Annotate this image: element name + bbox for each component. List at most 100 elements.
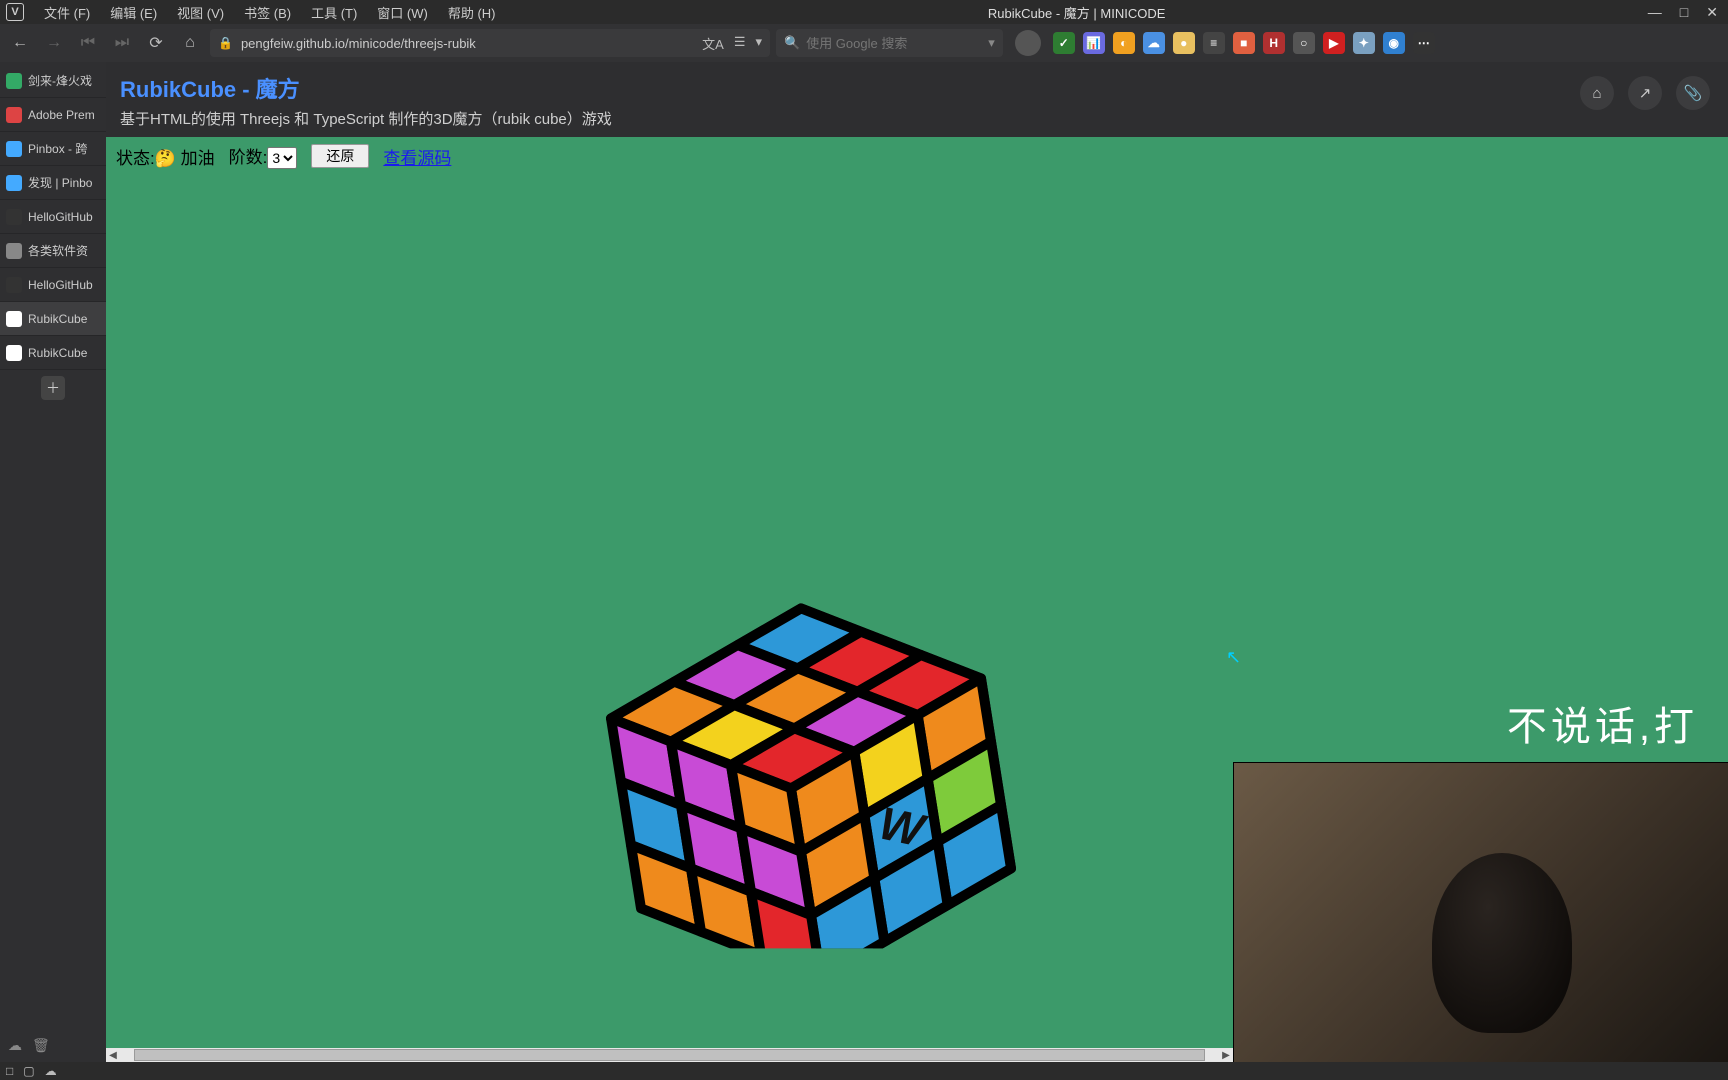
tab-item[interactable]: HelloGitHub	[0, 200, 106, 234]
header-open-icon[interactable]: ↗	[1628, 76, 1662, 110]
new-tab-button[interactable]: ＋	[41, 376, 65, 400]
webcam-overlay	[1233, 762, 1728, 1062]
tab-label: RubikCube	[28, 312, 87, 326]
page-title: RubikCube - 魔方	[120, 72, 1714, 104]
tab-item[interactable]: HelloGitHub	[0, 268, 106, 302]
extension-icon-12[interactable]: ⋯	[1413, 32, 1435, 54]
search-input[interactable]	[806, 36, 982, 51]
trash-icon[interactable]: 🗑	[32, 1037, 50, 1054]
tab-label: Adobe Prem	[28, 108, 95, 122]
search-dropdown-icon[interactable]: ▾	[988, 35, 995, 51]
status-panel-icon[interactable]: □	[6, 1064, 13, 1078]
reset-button[interactable]: 还原	[311, 144, 369, 168]
address-url: pengfeiw.github.io/minicode/threejs-rubi…	[241, 36, 694, 51]
tab-favicon-icon	[6, 311, 22, 327]
rubik-cube[interactable]: W	[501, 308, 1141, 953]
translate-icon[interactable]: 文A	[702, 34, 724, 53]
scroll-right-icon[interactable]: ▶	[1219, 1050, 1233, 1061]
tab-item[interactable]: RubikCube	[0, 336, 106, 370]
tab-item[interactable]: RubikCube	[0, 302, 106, 336]
horizontal-scrollbar[interactable]: ◀ ▶	[106, 1048, 1233, 1062]
tab-favicon-icon	[6, 243, 22, 259]
window-maximize-icon[interactable]: □	[1680, 4, 1688, 21]
status-sync-icon[interactable]: ☁	[45, 1064, 57, 1078]
extension-icon-5[interactable]: ≡	[1203, 32, 1225, 54]
cube-svg: W	[501, 308, 1141, 948]
extension-icon-1[interactable]: 📊	[1083, 32, 1105, 54]
status-label: 状态:	[116, 149, 155, 168]
extension-icon-6[interactable]: ■	[1233, 32, 1255, 54]
game-canvas-area[interactable]: 状态:🤔 加油 阶数:23456 还原 查看源码 W ↖ 不说话,打 ◀ ▶	[106, 137, 1728, 1062]
search-bar[interactable]: 🔍 ▾	[776, 29, 1003, 57]
reader-icon[interactable]: ☰	[734, 34, 746, 53]
extension-icon-9[interactable]: ▶	[1323, 32, 1345, 54]
menu-bookmarks[interactable]: 书签 (B)	[234, 3, 301, 22]
window-title: RubikCube - 魔方 | MINICODE	[988, 3, 1165, 22]
tab-favicon-icon	[6, 107, 22, 123]
nav-forward-icon[interactable]: →	[40, 29, 68, 57]
search-icon: 🔍	[784, 35, 800, 51]
tab-label: HelloGitHub	[28, 210, 93, 224]
extension-icon-7[interactable]: H	[1263, 32, 1285, 54]
tab-label: 各类软件资	[28, 242, 88, 259]
menu-bar: V 文件 (F) 编辑 (E) 视图 (V) 书签 (B) 工具 (T) 窗口 …	[0, 0, 1728, 24]
tab-label: RubikCube	[28, 346, 87, 360]
page-content: RubikCube - 魔方 基于HTML的使用 Threejs 和 TypeS…	[106, 62, 1728, 1062]
nav-home-icon[interactable]: ⌂	[176, 29, 204, 57]
status-bar: □ ▢ ☁	[0, 1062, 1728, 1080]
extension-icon-8[interactable]: ○	[1293, 32, 1315, 54]
tab-item[interactable]: 各类软件资	[0, 234, 106, 268]
address-bar[interactable]: 🔒 pengfeiw.github.io/minicode/threejs-ru…	[210, 29, 770, 57]
menu-tools[interactable]: 工具 (T)	[301, 3, 367, 22]
menu-edit[interactable]: 编辑 (E)	[100, 3, 167, 22]
nav-rewind-icon[interactable]: ⏮	[74, 29, 102, 57]
game-controls: 状态:🤔 加油 阶数:23456 还原 查看源码	[106, 137, 1728, 175]
menu-view[interactable]: 视图 (V)	[167, 3, 234, 22]
window-minimize-icon[interactable]: —	[1648, 4, 1662, 21]
nav-ff-icon[interactable]: ⏭	[108, 29, 136, 57]
lock-icon: 🔒	[218, 36, 233, 50]
order-select[interactable]: 23456	[267, 147, 297, 169]
tab-item[interactable]: Pinbox - 跨	[0, 132, 106, 166]
status-emoji-icon: 🤔	[155, 149, 176, 168]
view-source-link[interactable]: 查看源码	[383, 144, 451, 169]
tab-label: Pinbox - 跨	[28, 140, 87, 157]
extension-icon-2[interactable]: ◐	[1113, 32, 1135, 54]
extension-icon-11[interactable]: ◉	[1383, 32, 1405, 54]
scroll-thumb[interactable]	[134, 1049, 1205, 1061]
nav-back-icon[interactable]: ←	[6, 29, 34, 57]
nav-reload-icon[interactable]: ⟳	[142, 29, 170, 57]
cloud-sync-icon[interactable]: ☁	[8, 1037, 22, 1054]
order-label: 阶数:	[229, 148, 268, 167]
tab-favicon-icon	[6, 175, 22, 191]
extension-icon-4[interactable]: ●	[1173, 32, 1195, 54]
header-attach-icon[interactable]: 📎	[1676, 76, 1710, 110]
tab-favicon-icon	[6, 209, 22, 225]
scroll-left-icon[interactable]: ◀	[106, 1050, 120, 1061]
menu-file[interactable]: 文件 (F)	[34, 3, 100, 22]
menu-help[interactable]: 帮助 (H)	[438, 3, 506, 22]
tab-favicon-icon	[6, 73, 22, 89]
profile-avatar[interactable]	[1015, 30, 1041, 56]
tab-item[interactable]: 剑来-烽火戏	[0, 64, 106, 98]
status-panel2-icon[interactable]: ▢	[23, 1064, 34, 1078]
tab-favicon-icon	[6, 345, 22, 361]
bookmark-dropdown-icon[interactable]: ▾	[755, 34, 762, 53]
tab-label: 剑来-烽火戏	[28, 72, 92, 89]
app-logo-icon[interactable]: V	[6, 3, 24, 21]
status-text: 加油	[181, 149, 215, 168]
tab-favicon-icon	[6, 141, 22, 157]
tab-favicon-icon	[6, 277, 22, 293]
window-close-icon[interactable]: ✕	[1706, 4, 1718, 21]
extensions-row: ✓ 📊 ◐ ☁ ● ≡ ■ H ○ ▶ ✦ ◉ ⋯	[1053, 32, 1435, 54]
page-subtitle: 基于HTML的使用 Threejs 和 TypeScript 制作的3D魔方（r…	[120, 108, 1714, 129]
extension-icon-0[interactable]: ✓	[1053, 32, 1075, 54]
menu-window[interactable]: 窗口 (W)	[367, 3, 438, 22]
overlay-caption: 不说话,打	[1507, 694, 1698, 752]
tab-label: 发现 | Pinbo	[28, 174, 92, 191]
tab-item[interactable]: Adobe Prem	[0, 98, 106, 132]
tab-item[interactable]: 发现 | Pinbo	[0, 166, 106, 200]
extension-icon-10[interactable]: ✦	[1353, 32, 1375, 54]
header-home-icon[interactable]: ⌂	[1580, 76, 1614, 110]
extension-icon-3[interactable]: ☁	[1143, 32, 1165, 54]
